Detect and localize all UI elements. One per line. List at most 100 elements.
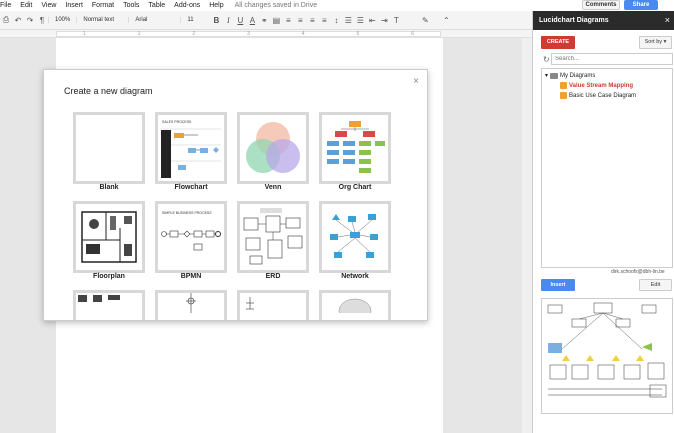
diagram-preview	[541, 298, 673, 414]
tree-item-label: Value Stream Mapping	[569, 82, 634, 89]
align-center-icon[interactable]: ≡	[295, 15, 305, 25]
template-network[interactable]	[319, 201, 391, 273]
style-select[interactable]: Normal text	[76, 17, 128, 23]
template-floorplan[interactable]	[73, 201, 145, 273]
comments-button[interactable]: Comments	[582, 0, 620, 10]
template-flowchart[interactable]: SALES PROCESS	[155, 112, 227, 184]
clear-format-icon[interactable]: T	[391, 15, 401, 25]
print-icon[interactable]: ⎙	[1, 15, 11, 25]
share-button[interactable]: Share	[624, 0, 658, 10]
align-right-icon[interactable]: ≡	[307, 15, 317, 25]
template-thumbnail	[78, 295, 120, 302]
italic-button[interactable]: I	[223, 15, 233, 25]
numbered-list-icon[interactable]: ☰	[343, 15, 353, 25]
template-thumbnail	[186, 293, 196, 313]
sort-label: Sort by	[644, 39, 663, 45]
size-select[interactable]: 11	[180, 17, 210, 23]
collapse-icon[interactable]: ⌃	[441, 15, 451, 25]
org-chart-thumbnail	[327, 121, 385, 173]
template-erd[interactable]	[237, 201, 309, 273]
thumbnail-caption: SALES PROCESS	[162, 120, 192, 124]
save-status: All changes saved in Drive	[234, 2, 318, 9]
justify-icon[interactable]: ≡	[319, 15, 329, 25]
comment-icon[interactable]: ▤	[271, 15, 281, 25]
ruler: 1 1 2 3 4 5 6	[0, 30, 532, 38]
menu-file[interactable]: File	[0, 2, 11, 9]
template-label: Org Chart	[338, 184, 372, 191]
close-icon[interactable]: ×	[665, 11, 670, 30]
venn-thumbnail	[246, 122, 300, 173]
undo-icon[interactable]: ↶	[13, 15, 23, 25]
template-org-chart[interactable]	[319, 112, 391, 184]
lucidchart-sidebar: Lucidchart Diagrams × CREATE Sort by ▾ ↻…	[532, 11, 674, 433]
increase-indent-icon[interactable]: ⇥	[379, 15, 389, 25]
menu-help[interactable]: Help	[209, 2, 223, 9]
line-spacing-icon[interactable]: ↕	[331, 15, 341, 25]
menu-addons[interactable]: Add-ons	[174, 2, 200, 9]
tree-item[interactable]: Value Stream Mapping	[560, 82, 633, 89]
create-diagram-dialog: Create a new diagram × Blank SALES PROCE…	[43, 69, 428, 321]
flowchart-thumbnail: SALES PROCESS	[161, 120, 221, 178]
folder-icon	[550, 72, 559, 79]
thumbnail-caption: SIMPLE BUSINESS PROCESS	[162, 211, 212, 215]
sidebar-title: Lucidchart Diagrams	[533, 11, 674, 30]
close-icon[interactable]: ×	[413, 76, 419, 87]
menu-format[interactable]: Format	[92, 2, 114, 9]
refresh-icon[interactable]: ↻	[543, 55, 550, 64]
bulleted-list-icon[interactable]: ☰	[355, 15, 365, 25]
template-tile[interactable]	[319, 290, 391, 320]
menu-edit[interactable]: Edit	[20, 2, 32, 9]
menu-bar: File Edit View Insert Format Tools Table…	[0, 0, 532, 11]
template-label: BPMN	[180, 273, 202, 280]
insert-button[interactable]: Insert	[541, 279, 575, 291]
font-select[interactable]: Arial	[128, 17, 180, 23]
ruler-tick: 5	[356, 31, 360, 37]
template-venn[interactable]	[237, 112, 309, 184]
floorplan-thumbnail	[81, 211, 137, 263]
redo-icon[interactable]: ↷	[25, 15, 35, 25]
template-label: Floorplan	[93, 273, 125, 280]
network-thumbnail	[330, 214, 378, 258]
menu-table[interactable]: Table	[148, 2, 165, 9]
menu-view[interactable]: View	[41, 2, 56, 9]
template-bpmn[interactable]: SIMPLE BUSINESS PROCESS	[155, 201, 227, 273]
pen-icon[interactable]: ✎	[420, 15, 430, 25]
ruler-tick: 1	[137, 31, 141, 37]
bpmn-thumbnail: SIMPLE BUSINESS PROCESS	[161, 211, 221, 251]
document-scrollbar[interactable]	[522, 38, 532, 433]
preview-thumbnail	[547, 302, 667, 398]
link-icon[interactable]: ⚭	[259, 15, 269, 25]
zoom-select[interactable]: 100%	[48, 17, 76, 23]
diagram-icon	[560, 92, 567, 99]
sort-by-button[interactable]: Sort by ▾	[639, 36, 672, 49]
template-tile[interactable]	[237, 290, 309, 320]
tree-folder[interactable]: ▾ My Diagrams	[545, 72, 595, 79]
diagram-icon	[560, 82, 567, 89]
paint-format-icon[interactable]: ¶	[37, 15, 47, 25]
tree-item-label: Basic Use Case Diagram	[569, 92, 637, 99]
diagram-tree: ▾ My Diagrams Value Stream Mapping Basic…	[541, 68, 673, 268]
template-blank[interactable]	[73, 112, 145, 184]
toolbar: ⎙ ↶ ↷ ¶ 100% Normal text Arial 11 B I U …	[0, 11, 532, 30]
ruler-tick: 2	[192, 31, 196, 37]
template-thumbnail	[338, 298, 372, 320]
template-label: Flowchart	[174, 184, 208, 191]
menu-tools[interactable]: Tools	[123, 2, 139, 9]
align-left-icon[interactable]: ≡	[283, 15, 293, 25]
text-color-button[interactable]: A	[247, 15, 257, 25]
template-label: Blank	[99, 184, 119, 191]
underline-button[interactable]: U	[235, 15, 245, 25]
edit-button[interactable]: Edit	[639, 279, 672, 291]
user-email: dirk.schoofs@dbh-lin.be	[611, 269, 665, 275]
bold-button[interactable]: B	[211, 15, 221, 25]
tree-item[interactable]: Basic Use Case Diagram	[560, 92, 636, 99]
decrease-indent-icon[interactable]: ⇤	[367, 15, 377, 25]
create-button[interactable]: CREATE	[541, 36, 575, 49]
erd-thumbnail	[243, 208, 303, 265]
search-input[interactable]	[551, 53, 673, 65]
expand-icon[interactable]: ▾	[545, 72, 548, 79]
template-tile[interactable]	[73, 290, 145, 320]
template-label: Network	[341, 273, 369, 280]
template-tile[interactable]	[155, 290, 227, 320]
menu-insert[interactable]: Insert	[65, 2, 83, 9]
